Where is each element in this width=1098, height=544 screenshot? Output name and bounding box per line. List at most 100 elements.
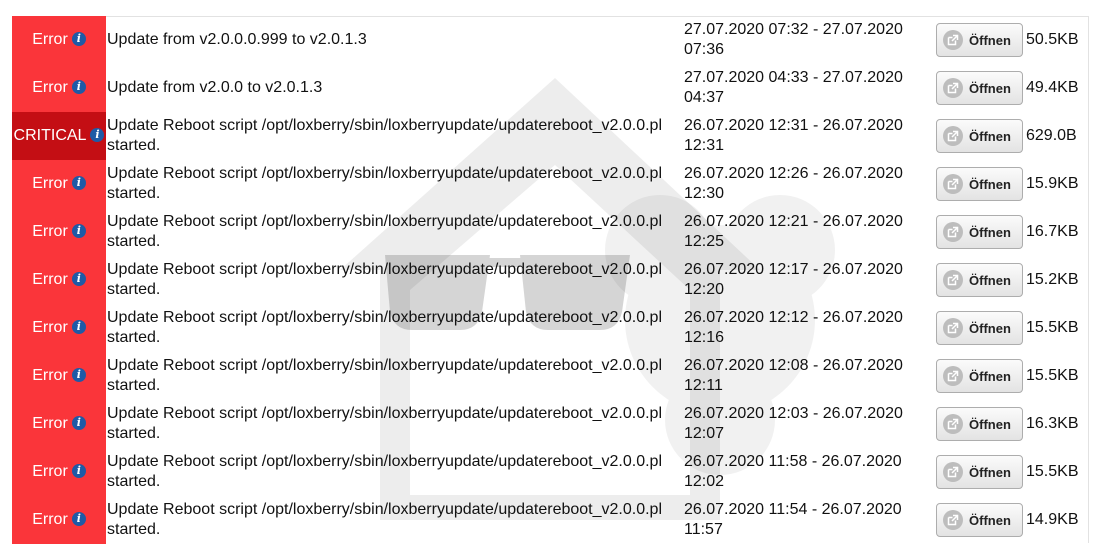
- time-line1: 26.07.2020 12:26 - 26.07.2020: [684, 165, 903, 182]
- external-link-icon: [943, 222, 963, 242]
- message-line2: started.: [107, 233, 161, 250]
- open-button[interactable]: Öffnen: [936, 23, 1023, 57]
- level-cell: Error i: [12, 16, 106, 64]
- info-icon[interactable]: i: [90, 128, 105, 143]
- info-icon[interactable]: i: [71, 32, 86, 47]
- message-cell: Update Reboot script /opt/loxberry/sbin/…: [106, 352, 684, 400]
- open-button-label: Öffnen: [969, 80, 1011, 96]
- message-line1: Update from v2.0.0 to v2.0.1.3: [107, 79, 323, 96]
- level-label: Error: [32, 174, 68, 192]
- external-link-icon: [943, 78, 963, 98]
- time-line1: 26.07.2020 12:21 - 26.07.2020: [684, 213, 903, 230]
- external-link-icon: [943, 318, 963, 338]
- file-size-cell: 15.5KB: [1026, 304, 1088, 352]
- message-line2: started.: [107, 521, 161, 538]
- open-button-label: Öffnen: [969, 512, 1011, 528]
- file-size: 15.5KB: [1026, 463, 1079, 480]
- message-cell: Update Reboot script /opt/loxberry/sbin/…: [106, 112, 684, 160]
- open-button[interactable]: Öffnen: [936, 455, 1023, 489]
- table-row: Error i Update Reboot script /opt/loxberr…: [12, 352, 1088, 400]
- info-icon[interactable]: i: [71, 416, 86, 431]
- external-link-icon: [943, 30, 963, 50]
- time-line2: 12:11: [684, 377, 723, 394]
- info-icon[interactable]: i: [71, 512, 86, 527]
- external-link-icon: [943, 462, 963, 482]
- level-label: Error: [32, 510, 68, 528]
- file-size: 16.7KB: [1026, 223, 1079, 240]
- action-cell: Öffnen: [936, 112, 1026, 160]
- time-line2: 07:36: [684, 41, 725, 58]
- message-line1: Update Reboot script /opt/loxberry/sbin/…: [107, 453, 663, 470]
- message-line2: started.: [107, 473, 161, 490]
- open-button[interactable]: Öffnen: [936, 503, 1023, 537]
- time-line2: 12:25: [684, 233, 725, 250]
- file-size-cell: 14.9KB: [1026, 496, 1088, 544]
- open-button[interactable]: Öffnen: [936, 311, 1023, 345]
- action-cell: Öffnen: [936, 496, 1026, 544]
- open-button[interactable]: Öffnen: [936, 407, 1023, 441]
- open-button-label: Öffnen: [969, 32, 1011, 48]
- file-size: 15.2KB: [1026, 271, 1079, 288]
- open-button[interactable]: Öffnen: [936, 167, 1023, 201]
- open-button-label: Öffnen: [969, 368, 1011, 384]
- time-line1: 26.07.2020 12:17 - 26.07.2020: [684, 261, 903, 278]
- level-label: Error: [32, 270, 68, 288]
- open-button[interactable]: Öffnen: [936, 263, 1023, 297]
- time-line2: 12:30: [684, 185, 725, 202]
- log-table-body: Error i Update from v2.0.0.0.999 to v2.0.…: [12, 16, 1088, 544]
- info-icon[interactable]: i: [71, 224, 86, 239]
- level-label: Error: [32, 318, 68, 336]
- open-button[interactable]: Öffnen: [936, 215, 1023, 249]
- info-icon[interactable]: i: [71, 80, 86, 95]
- file-size-cell: 16.3KB: [1026, 400, 1088, 448]
- time-range-cell: 26.07.2020 12:03 - 26.07.2020 12:07: [684, 400, 936, 448]
- open-button-label: Öffnen: [969, 176, 1011, 192]
- info-icon[interactable]: i: [71, 176, 86, 191]
- file-size: 16.3KB: [1026, 415, 1079, 432]
- file-size-cell: 15.2KB: [1026, 256, 1088, 304]
- time-range-cell: 26.07.2020 12:17 - 26.07.2020 12:20: [684, 256, 936, 304]
- message-cell: Update Reboot script /opt/loxberry/sbin/…: [106, 304, 684, 352]
- level-cell: Error i: [12, 496, 106, 544]
- action-cell: Öffnen: [936, 304, 1026, 352]
- open-button[interactable]: Öffnen: [936, 359, 1023, 393]
- info-icon[interactable]: i: [71, 272, 86, 287]
- external-link-icon: [943, 366, 963, 386]
- message-line1: Update Reboot script /opt/loxberry/sbin/…: [107, 165, 663, 182]
- level-label: Error: [32, 30, 68, 48]
- info-icon[interactable]: i: [71, 320, 86, 335]
- message-line2: started.: [107, 281, 161, 298]
- open-button[interactable]: Öffnen: [936, 71, 1023, 105]
- time-line2: 12:07: [684, 425, 725, 442]
- time-line1: 26.07.2020 11:54 - 26.07.2020: [684, 501, 902, 518]
- message-cell: Update Reboot script /opt/loxberry/sbin/…: [106, 496, 684, 544]
- open-button[interactable]: Öffnen: [936, 119, 1023, 153]
- file-size: 50.5KB: [1026, 31, 1079, 48]
- message-line1: Update Reboot script /opt/loxberry/sbin/…: [107, 357, 663, 374]
- level-cell: CRITICAL i: [12, 112, 106, 160]
- level-cell: Error i: [12, 352, 106, 400]
- message-line2: started.: [107, 425, 161, 442]
- external-link-icon: [943, 270, 963, 290]
- time-line2: 12:02: [684, 473, 725, 490]
- message-cell: Update Reboot script /opt/loxberry/sbin/…: [106, 400, 684, 448]
- external-link-icon: [943, 510, 963, 530]
- file-size-cell: 16.7KB: [1026, 208, 1088, 256]
- log-table: Error i Update from v2.0.0.0.999 to v2.0.…: [12, 16, 1088, 544]
- level-label: Error: [32, 222, 68, 240]
- message-line1: Update Reboot script /opt/loxberry/sbin/…: [107, 309, 663, 326]
- file-size-cell: 15.5KB: [1026, 352, 1088, 400]
- time-line2: 12:16: [684, 329, 725, 346]
- time-line1: 26.07.2020 11:58 - 26.07.2020: [684, 453, 902, 470]
- message-cell: Update Reboot script /opt/loxberry/sbin/…: [106, 160, 684, 208]
- info-icon[interactable]: i: [71, 464, 86, 479]
- level-label: Error: [32, 78, 68, 96]
- file-size: 14.9KB: [1026, 511, 1079, 528]
- level-label: Error: [32, 462, 68, 480]
- table-row: CRITICAL i Update Reboot script /opt/loxb…: [12, 112, 1088, 160]
- info-icon[interactable]: i: [71, 368, 86, 383]
- action-cell: Öffnen: [936, 16, 1026, 64]
- level-cell: Error i: [12, 160, 106, 208]
- level-cell: Error i: [12, 304, 106, 352]
- file-size-cell: 15.5KB: [1026, 448, 1088, 496]
